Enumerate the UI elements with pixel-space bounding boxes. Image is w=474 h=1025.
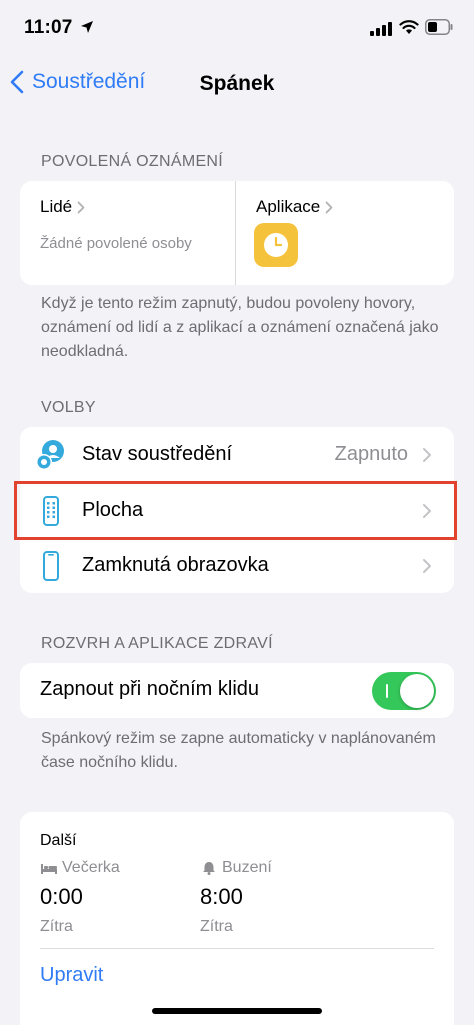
toggle-on-mark [386, 684, 388, 698]
sleep-schedule-toggle[interactable] [372, 672, 436, 710]
divider [40, 948, 434, 949]
chevron-right-icon [325, 201, 333, 213]
allowed-notifications-header: POVOLENÁ OZNÁMENÍ [41, 153, 224, 170]
highlight-annotation [14, 481, 457, 540]
options-header: VOLBY [41, 399, 96, 416]
allowed-apps-tile[interactable]: Aplikace [236, 181, 454, 285]
option-lock-screen[interactable]: Zamknutá obrazovka [20, 538, 454, 593]
allowed-people-subtitle: Žádné povolené osoby [40, 235, 192, 252]
focus-status-icon [36, 440, 64, 470]
bedtime-label: Večerka [62, 859, 120, 876]
schedule-header: ROZVRH A APLIKACE ZDRAVÍ [41, 635, 273, 652]
next-schedule-card: Další Večerka 0:00 Zítra Buzení 8:00 Zít… [20, 812, 454, 1025]
option-focus-status-value: Zapnuto [334, 443, 408, 465]
clock-app-icon[interactable] [254, 223, 298, 267]
wake-label: Buzení [222, 859, 272, 876]
location-arrow-icon [81, 21, 93, 33]
lock-screen-icon [43, 551, 59, 581]
allowed-notifications-footer: Když je tento režim zapnutý, budou povol… [41, 295, 439, 360]
chevron-right-icon [423, 558, 431, 573]
bedtime-block: Večerka 0:00 Zítra [40, 858, 120, 936]
status-bar: 11:07 [0, 0, 474, 58]
navigation-bar: Soustředění Spánek [0, 60, 474, 110]
schedule-footer: Spánkový režim se zapne automaticky v na… [41, 730, 436, 771]
clock-icon [264, 233, 288, 257]
wifi-icon [399, 20, 419, 34]
option-focus-status-label: Stav soustředění [82, 443, 233, 465]
edit-schedule-button[interactable]: Upravit [40, 964, 103, 987]
bell-icon [203, 862, 215, 875]
bed-icon [41, 864, 57, 874]
chevron-right-icon [423, 447, 431, 462]
bedtime-time: 0:00 [40, 884, 83, 909]
page-title: Spánek [199, 72, 275, 95]
cellular-signal-icon [370, 22, 392, 36]
chevron-right-icon [77, 201, 85, 213]
option-focus-status[interactable]: Stav soustředění Zapnuto [20, 427, 454, 482]
toggle-knob [400, 674, 434, 708]
status-time: 11:07 [24, 17, 73, 38]
allowed-people-title: Lidé [40, 197, 73, 216]
wake-time: 8:00 [200, 884, 243, 909]
sleep-schedule-toggle-label: Zapnout při nočním klidu [40, 678, 260, 700]
allowed-notifications-card: Lidé Žádné povolené osoby Aplikace [20, 181, 454, 285]
sleep-schedule-toggle-row: Zapnout při nočním klidu [20, 663, 454, 718]
option-lock-screen-label: Zamknutá obrazovka [82, 554, 269, 576]
next-schedule-title: Další [40, 832, 77, 849]
wake-block: Buzení 8:00 Zítra [200, 858, 272, 936]
allowed-people-tile[interactable]: Lidé Žádné povolené osoby [20, 181, 236, 285]
wake-day: Zítra [200, 918, 233, 935]
battery-icon [425, 19, 453, 35]
home-indicator[interactable] [152, 1008, 322, 1014]
bedtime-day: Zítra [40, 918, 73, 935]
allowed-apps-title: Aplikace [256, 197, 321, 216]
